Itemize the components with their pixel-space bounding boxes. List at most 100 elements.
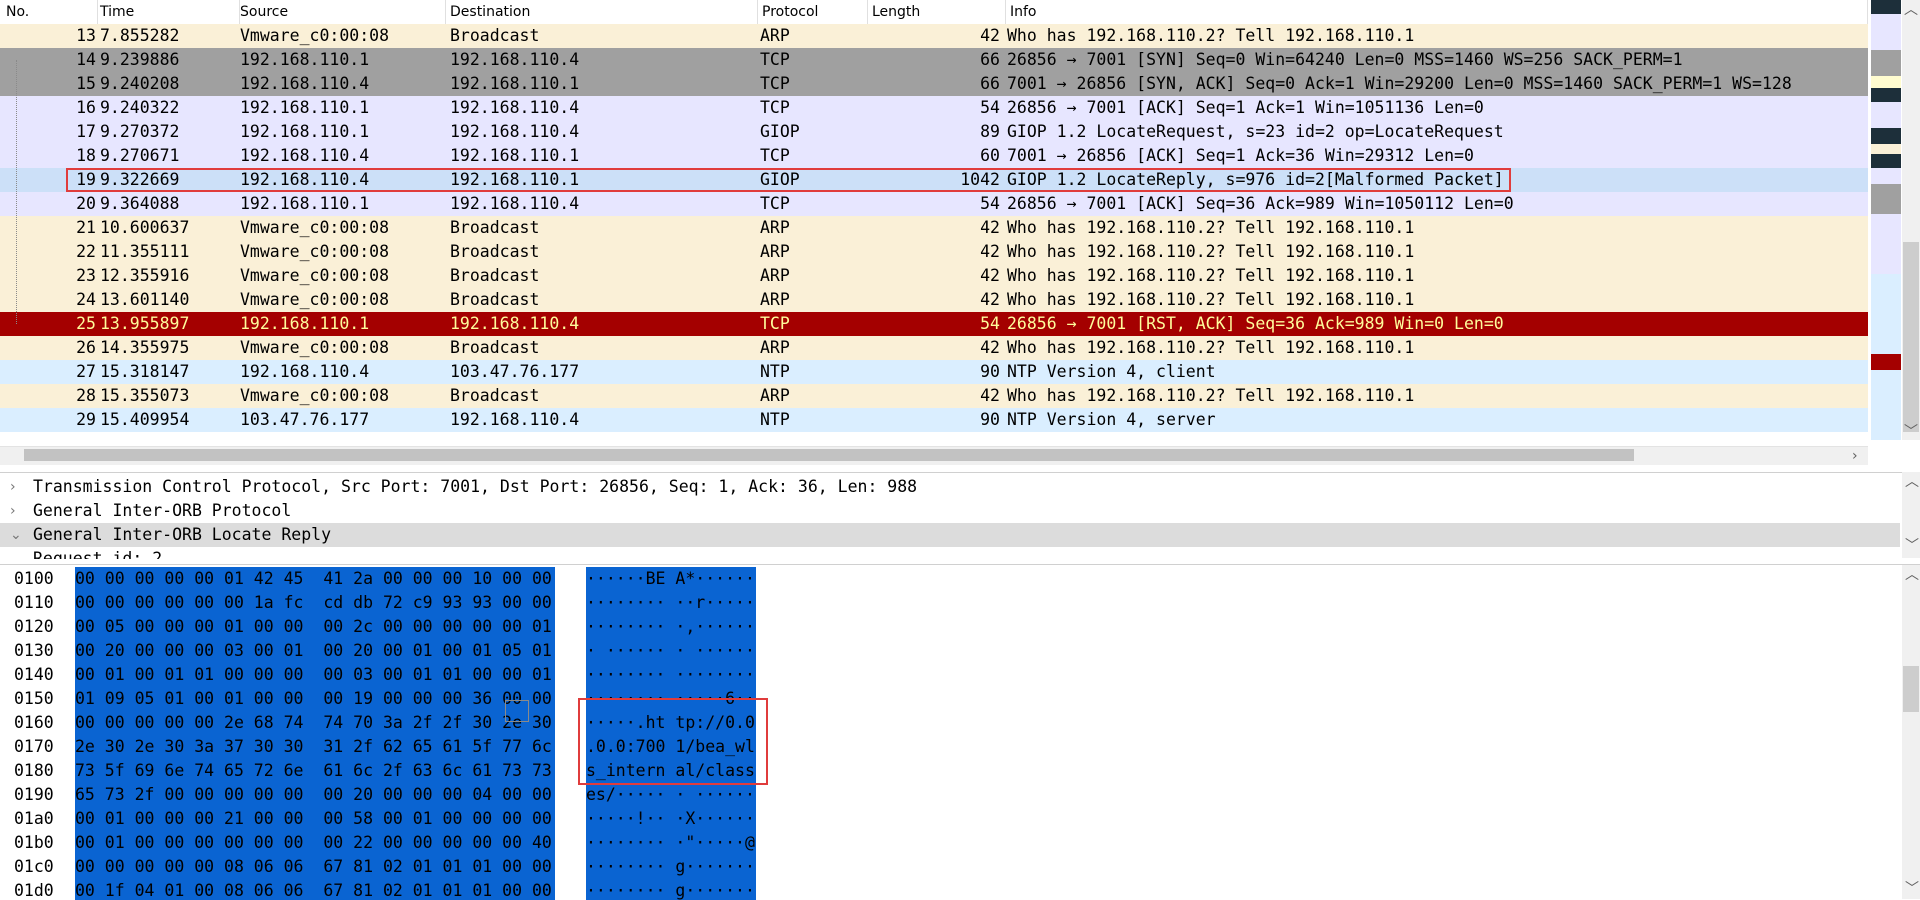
packet-cell-src: 192.168.110.4 — [240, 146, 370, 165]
packet-row[interactable]: 17 9.270372 192.168.110.1 192.168.110.4 GIOP… — [0, 120, 1868, 144]
ascii-bytes[interactable]: ·····.ht tp://0.0 — [586, 711, 756, 735]
packet-cell-time: 9.240208 — [100, 74, 180, 93]
details-vertical-scrollbar[interactable]: ︿ ﹀ — [1902, 472, 1920, 558]
ascii-bytes[interactable]: es/····· · ······ — [586, 783, 756, 807]
arrow-down-icon[interactable]: ﹀ — [1905, 538, 1919, 554]
packet-row[interactable]: 20 9.364088 192.168.110.1 192.168.110.4 TCP 5… — [0, 192, 1868, 216]
packet-cell-dst: 192.168.110.1 — [450, 74, 580, 93]
packet-cell-len: 42 — [980, 386, 1000, 405]
hex-bytes[interactable]: 65 73 2f 00 00 00 00 00 00 20 00 00 00 0… — [75, 783, 555, 807]
packet-row[interactable]: 18 9.270671 192.168.110.4 192.168.110.1 TCP 6… — [0, 144, 1868, 168]
ascii-bytes-text: · ······ · ······ — [586, 641, 755, 660]
detail-tree-item[interactable]: ⌄ General Inter-ORB Locate Reply — [0, 523, 1900, 547]
ascii-bytes[interactable]: · ······ · ······ — [586, 639, 756, 663]
hex-bytes[interactable]: 00 20 00 00 00 03 00 01 00 20 00 01 00 0… — [75, 639, 555, 663]
packet-row[interactable]: 22 11.355111 Vmware_c0:00:08 Broadcast ARP 42… — [0, 240, 1868, 264]
detail-tree-item[interactable]: Request id: 2 — [0, 547, 1900, 559]
packet-cell-info: Who has 192.168.110.2? Tell 192.168.110.… — [1007, 386, 1415, 405]
hex-bytes[interactable]: 00 00 00 00 00 08 06 06 67 81 02 01 01 0… — [75, 855, 555, 879]
packet-cell-no: 20 — [76, 194, 96, 213]
ascii-bytes[interactable]: ········ ·····6·· — [586, 687, 756, 711]
packet-row[interactable]: 24 13.601140 Vmware_c0:00:08 Broadcast ARP 42… — [0, 288, 1868, 312]
arrow-down-icon[interactable]: ﹀ — [1905, 881, 1919, 897]
packet-row[interactable]: 16 9.240322 192.168.110.1 192.168.110.4 TCP 5… — [0, 96, 1868, 120]
arrow-up-icon[interactable]: ︿ — [1905, 567, 1919, 583]
hex-vertical-scrollbar[interactable]: ︿ ﹀ — [1902, 565, 1920, 899]
ascii-bytes[interactable]: ········ ·"·····@ — [586, 831, 756, 855]
hex-bytes-text: 01 09 05 01 00 01 00 00 00 19 00 00 00 3… — [75, 689, 552, 708]
packet-row[interactable]: 14 9.239886 192.168.110.1 192.168.110.4 TCP 6… — [0, 48, 1868, 72]
hex-bytes[interactable]: 00 00 00 00 00 00 1a fc cd db 72 c9 93 9… — [75, 591, 555, 615]
packet-row[interactable]: 21 10.600637 Vmware_c0:00:08 Broadcast ARP 42… — [0, 216, 1868, 240]
packet-row[interactable]: 26 14.355975 Vmware_c0:00:08 Broadcast ARP 42… — [0, 336, 1868, 360]
packet-cell-src: 192.168.110.1 — [240, 50, 370, 69]
packet-list-horizontal-scroll-thumb[interactable] — [24, 449, 1634, 461]
hex-bytes[interactable]: 00 00 00 00 00 2e 68 74 74 70 3a 2f 2f 3… — [75, 711, 555, 735]
packet-cell-src: 192.168.110.1 — [240, 98, 370, 117]
packet-cell-time: 15.409954 — [100, 410, 190, 429]
hex-bytes[interactable]: 2e 30 2e 30 3a 37 30 30 31 2f 62 65 61 5… — [75, 735, 555, 759]
hex-vertical-scroll-thumb[interactable] — [1903, 666, 1919, 712]
column-header-info[interactable]: Info — [1004, 0, 1868, 24]
packet-row[interactable]: 23 12.355916 Vmware_c0:00:08 Broadcast ARP 42… — [0, 264, 1868, 288]
ascii-bytes[interactable]: ········ g······· — [586, 879, 756, 900]
column-header-time[interactable]: Time — [94, 0, 240, 24]
packet-cell-time: 7.855282 — [100, 26, 180, 45]
hex-bytes[interactable]: 73 5f 69 6e 74 65 72 6e 61 6c 2f 63 6c 6… — [75, 759, 555, 783]
packet-list-vertical-scroll-thumb[interactable] — [1903, 242, 1919, 432]
arrow-right-icon[interactable]: › — [1852, 448, 1858, 464]
chevron-right-icon[interactable]: › — [10, 475, 16, 499]
ascii-bytes-text: ········ ········ — [586, 665, 755, 684]
ascii-bytes-text: s_intern al/class — [586, 761, 755, 780]
hex-bytes[interactable]: 00 01 00 01 01 00 00 00 00 03 00 01 01 0… — [75, 663, 555, 687]
packet-minimap[interactable] — [1871, 0, 1901, 440]
packet-cell-no: 16 — [76, 98, 96, 117]
ascii-bytes[interactable]: ········ ········ — [586, 663, 756, 687]
hex-bytes[interactable]: 00 1f 04 01 00 08 06 06 67 81 02 01 01 0… — [75, 879, 555, 900]
hex-bytes[interactable]: 01 09 05 01 00 01 00 00 00 19 00 00 00 3… — [75, 687, 555, 711]
ascii-bytes[interactable]: ·····!·· ·X······ — [586, 807, 756, 831]
packet-row[interactable]: 25 13.955897 192.168.110.1 192.168.110.4 TCP… — [0, 312, 1868, 336]
ascii-bytes[interactable]: .0.0:700 1/bea_wl — [586, 735, 756, 759]
chevron-down-icon[interactable]: ⌄ — [10, 523, 22, 547]
column-header-length[interactable]: Length — [866, 0, 1006, 24]
packet-row[interactable]: 27 15.318147 192.168.110.4 103.47.76.177 NTP… — [0, 360, 1868, 384]
packet-row[interactable]: 29 15.409954 103.47.76.177 192.168.110.4 NTP… — [0, 408, 1868, 432]
hex-offset: 01d0 — [14, 881, 54, 900]
packet-details-pane[interactable]: › Transmission Control Protocol, Src Port… — [0, 472, 1920, 559]
column-header-protocol[interactable]: Protocol — [756, 0, 868, 24]
hex-bytes-text: 00 01 00 00 00 00 00 00 00 22 00 00 00 0… — [75, 833, 552, 852]
column-header-no[interactable]: No. — [0, 0, 98, 24]
packet-row[interactable]: 28 15.355073 Vmware_c0:00:08 Broadcast ARP 42… — [0, 384, 1868, 408]
arrow-up-icon[interactable]: ︿ — [1905, 474, 1919, 490]
packet-bytes-pane[interactable]: 0100 00 00 00 00 00 01 42 45 41 2a 00 00 … — [0, 564, 1920, 900]
column-header-destination[interactable]: Destination — [444, 0, 758, 24]
packet-row[interactable]: 13 7.855282 Vmware_c0:00:08 Broadcast ARP 42 W… — [0, 24, 1868, 48]
arrow-up-icon[interactable]: ︿ — [1904, 2, 1918, 18]
column-header-source[interactable]: Source — [234, 0, 446, 24]
packet-cell-len: 90 — [980, 362, 1000, 381]
ascii-bytes[interactable]: ······BE A*······ — [586, 567, 756, 591]
chevron-right-icon[interactable]: › — [10, 499, 16, 523]
packet-row[interactable]: 15 9.240208 192.168.110.4 192.168.110.1 TCP 6… — [0, 72, 1868, 96]
hex-bytes-text: 00 00 00 00 00 00 1a fc cd db 72 c9 93 9… — [75, 593, 552, 612]
hex-bytes[interactable]: 00 01 00 00 00 21 00 00 00 58 00 01 00 0… — [75, 807, 555, 831]
hex-bytes-text: 00 1f 04 01 00 08 06 06 67 81 02 01 01 0… — [75, 881, 552, 900]
packet-cell-src: Vmware_c0:00:08 — [240, 242, 390, 261]
hex-offset: 01c0 — [14, 857, 54, 876]
ascii-bytes[interactable]: s_intern al/class — [586, 759, 756, 783]
hex-bytes[interactable]: 00 05 00 00 00 01 00 00 00 2c 00 00 00 0… — [75, 615, 555, 639]
packet-list-pane[interactable]: No. Time Source Destination Protocol Len… — [0, 0, 1920, 470]
detail-tree-item-label: General Inter-ORB Locate Reply — [33, 525, 332, 544]
packet-row[interactable]: 19 9.322669 192.168.110.4 192.168.110.1 GIOP… — [0, 168, 1868, 192]
ascii-bytes[interactable]: ········ ··r····· — [586, 591, 756, 615]
ascii-bytes[interactable]: ········ ·,······ — [586, 615, 756, 639]
arrow-down-icon[interactable]: ﹀ — [1904, 424, 1918, 440]
packet-cell-len: 42 — [980, 218, 1000, 237]
detail-tree-item[interactable]: › Transmission Control Protocol, Src Port… — [0, 475, 1900, 499]
detail-tree-item[interactable]: › General Inter-ORB Protocol — [0, 499, 1900, 523]
packet-cell-proto: NTP — [760, 410, 790, 429]
hex-bytes[interactable]: 00 01 00 00 00 00 00 00 00 22 00 00 00 0… — [75, 831, 555, 855]
ascii-bytes[interactable]: ········ g······· — [586, 855, 756, 879]
hex-bytes[interactable]: 00 00 00 00 00 01 42 45 41 2a 00 00 00 1… — [75, 567, 555, 591]
